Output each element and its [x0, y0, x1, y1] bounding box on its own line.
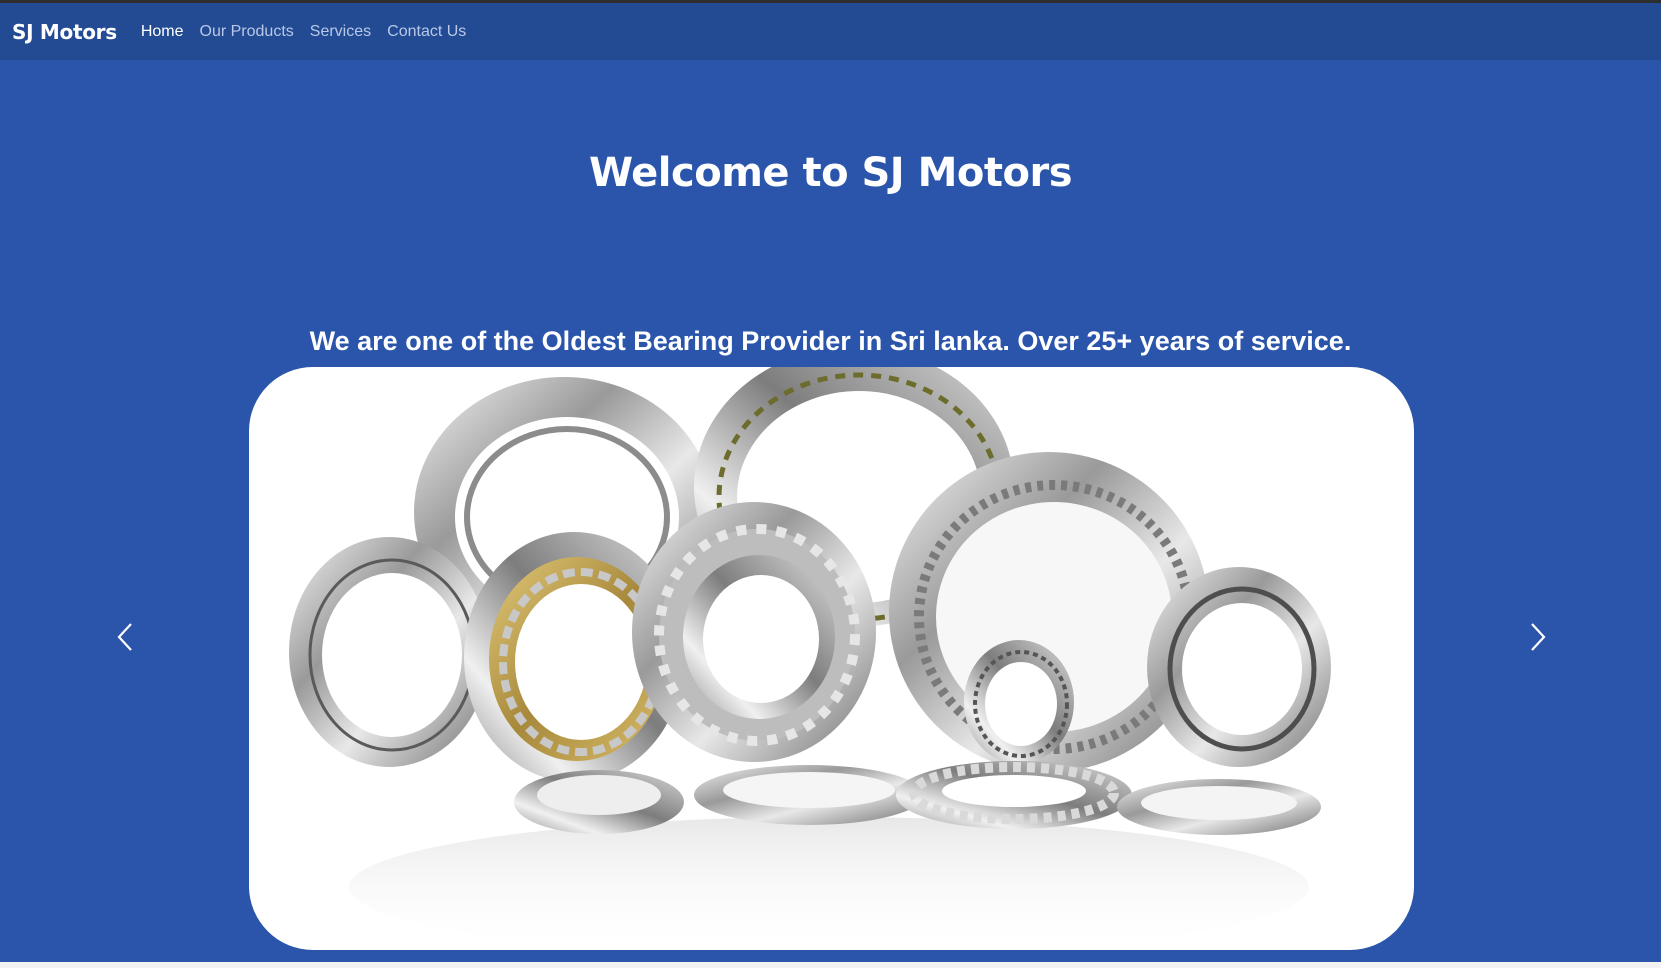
page-bottom-edge	[0, 962, 1661, 968]
chevron-right-icon	[1531, 623, 1546, 651]
carousel-slide	[249, 367, 1414, 950]
nav-link-services[interactable]: Services	[310, 23, 371, 41]
navbar: SJ Motors Home Our Products Services Con…	[0, 3, 1661, 60]
bearings-image	[289, 367, 1331, 950]
chevron-left-icon	[117, 623, 132, 651]
carousel-prev-button[interactable]	[105, 615, 145, 659]
nav-link-contact-us[interactable]: Contact Us	[387, 23, 466, 41]
nav-link-home[interactable]: Home	[141, 23, 184, 41]
brand-logo[interactable]: SJ Motors	[12, 20, 117, 44]
carousel-next-button[interactable]	[1518, 615, 1558, 659]
hero-title: Welcome to SJ Motors	[588, 150, 1073, 196]
hero-tagline: We are one of the Oldest Bearing Provide…	[309, 326, 1352, 356]
nav-link-our-products[interactable]: Our Products	[200, 23, 294, 41]
